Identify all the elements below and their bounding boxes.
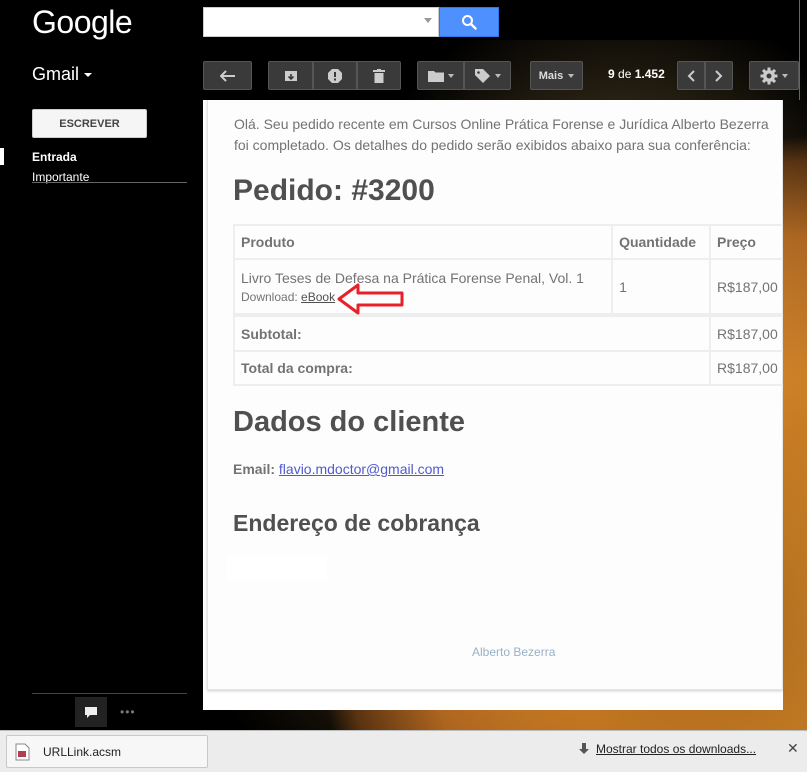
customer-email-link[interactable]: flavio.mdoctor@gmail.com [279,461,444,477]
pager-count: 9 de 1.452 [608,67,665,81]
chevron-down-icon [494,73,501,78]
download-arrow-icon [579,743,589,754]
total-row: Total da compra: R$187,00 [232,350,783,386]
folder-icon [427,70,444,82]
order-title: Pedido: #3200 [233,174,435,207]
file-icon [15,743,30,760]
gmail-label: Gmail [32,64,80,84]
email-label: Email: [233,461,276,477]
move-label-group [417,61,511,90]
email-footer: Alberto Bezerra [472,645,556,659]
pager-nav-group [677,61,733,90]
show-all-downloads-link[interactable]: Mostrar todos os downloads... [578,742,756,756]
subtotal-value: R$187,00 [709,314,783,352]
more-button[interactable]: Mais [530,61,583,90]
email-content-panel: Olá. Seu pedido recente em Cursos Online… [203,100,783,710]
more-dots-icon[interactable]: ••• [120,705,136,719]
active-nav-indicator [0,148,4,165]
sidebar-item-inbox[interactable]: Entrada [32,150,77,164]
settings-button[interactable] [749,61,799,90]
archive-button[interactable] [268,61,313,90]
archive-icon [284,70,297,81]
chevron-down-icon [84,72,93,77]
pager-current: 9 [608,67,615,81]
close-icon[interactable]: ✕ [787,740,799,757]
labels-button[interactable] [464,61,511,90]
move-to-button[interactable] [417,61,464,90]
chevron-down-icon [447,73,454,78]
more-label: Mais [538,69,564,82]
download-line: Download: eBook [241,290,605,304]
col-header-quantity: Quantidade [611,224,712,260]
customer-title: Dados do cliente [233,406,466,438]
product-cell: Livro Teses de Defesa na Prática Forense… [232,258,614,316]
chat-bubble-icon [85,706,97,718]
sidebar-bottom-divider [32,693,187,694]
chevron-down-icon [568,73,575,78]
report-spam-button[interactable] [313,61,357,90]
compose-button[interactable]: ESCREVER [32,109,147,138]
product-name: Livro Teses de Defesa na Prática Forense… [241,269,584,286]
col-header-product: Produto [232,224,614,260]
gear-icon [760,67,778,84]
subtotal-label: Subtotal: [232,314,712,352]
newer-button[interactable] [677,61,705,90]
billing-title: Endereço de cobrança [233,510,480,536]
order-table: Produto Quantidade Preço Livro Teses de … [232,224,783,386]
total-value: R$187,00 [709,350,783,386]
download-filename: URLLink.acsm [43,744,122,759]
search-icon [462,15,477,30]
back-arrow-icon [219,69,235,82]
search-input[interactable] [203,7,439,37]
show-all-downloads-label: Mostrar todos os downloads... [596,742,757,756]
subtotal-row: Subtotal: R$187,00 [232,314,783,352]
download-item[interactable]: URLLink.acsm [6,735,208,768]
delete-button[interactable] [357,61,401,90]
table-row: Livro Teses de Defesa na Prática Forense… [232,258,783,316]
email-intro-text: Olá. Seu pedido recente em Cursos Online… [234,116,769,153]
pager-total: 1.452 [634,67,665,81]
chevron-right-icon [715,69,723,82]
sidebar-divider [32,182,187,183]
pager-of-label: de [618,67,632,81]
chat-button[interactable] [75,697,107,727]
total-label: Total da compra: [232,350,712,386]
download-label: Download: [241,289,298,304]
spam-icon [328,68,342,83]
trash-icon [373,68,385,83]
gmail-menu[interactable]: Gmail [32,64,93,85]
search-button[interactable] [439,7,499,37]
ebook-download-link[interactable]: eBook [301,290,335,304]
back-button[interactable] [203,61,252,90]
older-button[interactable] [705,61,733,90]
action-button-group [268,61,401,90]
email-body: Olá. Seu pedido recente em Cursos Online… [207,100,783,690]
annotation-arrow-ebook [337,283,404,315]
label-tag-icon [474,68,490,83]
chevron-left-icon [687,69,695,82]
col-header-price: Preço [709,224,783,260]
quantity-cell: 1 [611,258,712,316]
chevron-down-icon [782,73,788,78]
google-logo[interactable]: Google [32,4,133,41]
window-edge [799,0,800,100]
customer-email-line: Email: flavio.mdoctor@gmail.com [233,461,444,477]
price-cell: R$187,00 [709,258,783,316]
search-options-caret-icon[interactable] [424,18,432,23]
billing-address-block [227,556,327,580]
table-header-row: Produto Quantidade Preço [232,224,783,260]
